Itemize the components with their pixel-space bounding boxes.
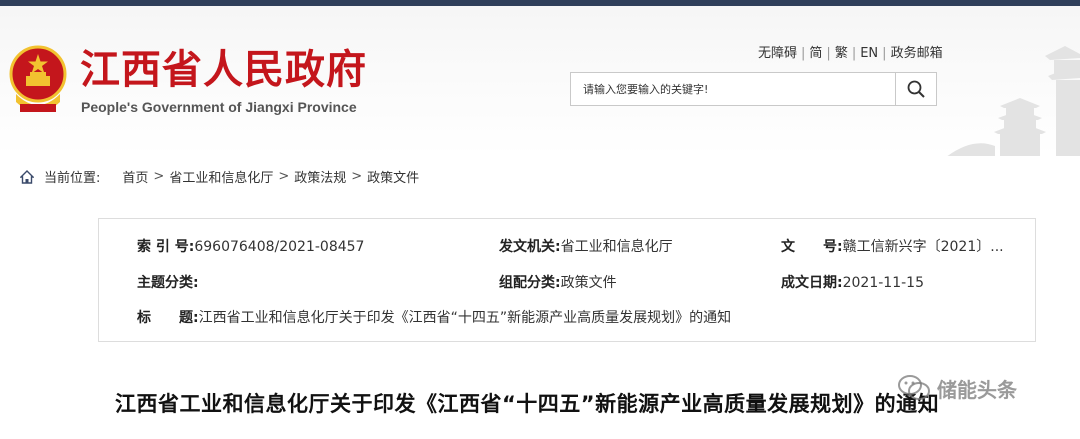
english-link[interactable]: EN bbox=[860, 46, 878, 61]
breadcrumb-department[interactable]: 省工业和信息化厅 bbox=[169, 167, 273, 186]
breadcrumb-policy-documents[interactable]: 政策文件 bbox=[367, 167, 419, 186]
meta-category-value: 政策文件 bbox=[560, 275, 617, 291]
breadcrumb-separator: > bbox=[278, 169, 290, 184]
utility-links: 无障碍 | 简 | 繁 | EN | 政务邮箱 bbox=[758, 42, 943, 61]
document-metadata-box: 索 引 号:696076408/2021-08457 发文机关:省工业和信息化厅… bbox=[98, 218, 1036, 342]
separator: | bbox=[882, 46, 887, 61]
meta-date-value: 2021-11-15 bbox=[842, 275, 924, 291]
breadcrumb-policy-regulations[interactable]: 政策法规 bbox=[294, 167, 346, 186]
search-input[interactable] bbox=[571, 73, 887, 105]
breadcrumb: 当前位置: 首页 > 省工业和信息化厅 > 政策法规 > 政策文件 bbox=[20, 167, 419, 186]
skyline-decoration bbox=[947, 46, 1080, 156]
meta-title: 标 题:江西省工业和信息化厅关于印发《江西省“十四五”新能源产业高质量发展规划》… bbox=[137, 307, 731, 327]
meta-index: 索 引 号:696076408/2021-08457 bbox=[137, 236, 364, 256]
traditional-chinese-link[interactable]: 繁 bbox=[835, 46, 848, 61]
meta-docno-value: 赣工信新兴字〔2021〕... bbox=[842, 239, 1004, 255]
meta-title-label: 标 题: bbox=[137, 310, 199, 326]
meta-issuer: 发文机关:省工业和信息化厅 bbox=[499, 236, 673, 256]
search-icon bbox=[907, 80, 925, 98]
meta-title-value: 江西省工业和信息化厅关于印发《江西省“十四五”新能源产业高质量发展规划》的通知 bbox=[198, 310, 732, 326]
meta-issuer-value: 省工业和信息化厅 bbox=[560, 239, 673, 255]
meta-index-value: 696076408/2021-08457 bbox=[194, 239, 365, 255]
watermark-text: 储能头条 bbox=[937, 377, 1017, 402]
breadcrumb-home[interactable]: 首页 bbox=[122, 167, 148, 186]
breadcrumb-separator: > bbox=[351, 169, 363, 184]
gov-mail-link[interactable]: 政务邮箱 bbox=[891, 46, 943, 61]
meta-date: 成文日期:2021-11-15 bbox=[781, 272, 924, 292]
site-title-cn[interactable]: 江西省人民政府 bbox=[80, 50, 367, 90]
separator: | bbox=[826, 46, 831, 61]
site-title-en: People's Government of Jiangxi Province bbox=[81, 99, 357, 115]
accessibility-link[interactable]: 无障碍 bbox=[758, 46, 797, 61]
document-title: 江西省工业和信息化厅关于印发《江西省“十四五”新能源产业高质量发展规划》的通知 bbox=[115, 392, 940, 416]
meta-date-label: 成文日期: bbox=[781, 275, 843, 291]
meta-category-label: 组配分类: bbox=[499, 275, 561, 291]
meta-topic: 主题分类: bbox=[137, 272, 199, 292]
separator: | bbox=[801, 46, 806, 61]
meta-issuer-label: 发文机关: bbox=[499, 239, 561, 255]
breadcrumb-separator: > bbox=[153, 169, 165, 184]
watermark: 储能头条 bbox=[897, 373, 1017, 403]
site-header: 江西省人民政府 People's Government of Jiangxi P… bbox=[0, 6, 1080, 156]
emblem-icon bbox=[9, 45, 67, 112]
meta-topic-label: 主题分类: bbox=[137, 275, 199, 291]
wechat-icon bbox=[898, 375, 930, 400]
home-icon bbox=[20, 169, 34, 184]
meta-index-label: 索 引 号: bbox=[137, 239, 195, 255]
simplified-chinese-link[interactable]: 简 bbox=[809, 46, 822, 61]
meta-docno-label: 文 号: bbox=[781, 239, 843, 255]
search-button[interactable] bbox=[895, 72, 937, 106]
meta-docno: 文 号:赣工信新兴字〔2021〕... bbox=[781, 236, 1004, 256]
search-box bbox=[570, 72, 896, 106]
separator: | bbox=[851, 46, 857, 61]
breadcrumb-label: 当前位置: bbox=[44, 171, 101, 186]
meta-category: 组配分类:政策文件 bbox=[499, 272, 617, 292]
